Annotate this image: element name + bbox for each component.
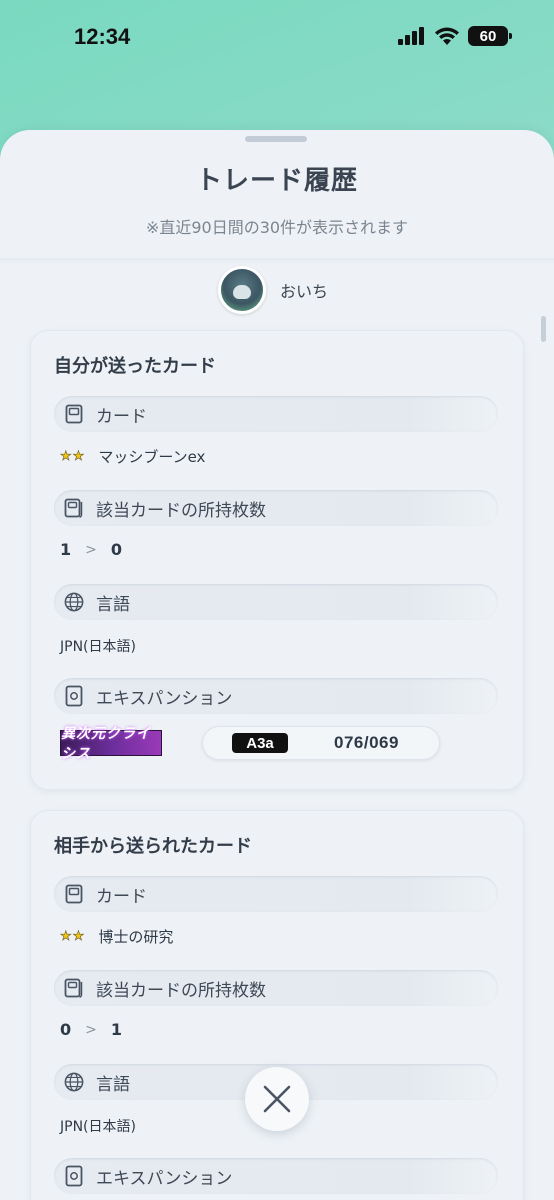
partner-name: おいち xyxy=(280,282,329,301)
sheet-grabber[interactable] xyxy=(245,136,307,142)
cellular-signal-icon xyxy=(398,27,424,45)
owned-from: 1 xyxy=(60,540,72,559)
card-stack-icon xyxy=(64,978,84,998)
owned-count-row: 1 > 0 xyxy=(60,540,122,559)
owned-count-field-header: 該当カードの所持枚数 xyxy=(54,490,498,526)
card-number: 076/069 xyxy=(334,733,399,752)
avatar xyxy=(218,266,266,314)
scrollbar[interactable] xyxy=(541,316,546,342)
status-bar: 12:34 60 xyxy=(0,0,554,80)
chevron-right-icon: > xyxy=(85,541,97,558)
card-icon xyxy=(64,404,84,424)
language-value: JPN(日本語) xyxy=(60,639,136,655)
received-card-title: 相手から送られたカード xyxy=(54,836,252,857)
expansion-logo: 異次元クライシス xyxy=(60,726,162,762)
owned-from: 0 xyxy=(60,1020,72,1039)
page-title: トレード履歴 xyxy=(195,166,358,196)
battery-indicator: 60 xyxy=(468,26,512,46)
trade-history-sheet: トレード履歴 ※直近90日間の30件が表示されます おいち 自分が送ったカード … xyxy=(0,130,554,1200)
received-card-panel: 相手から送られたカード カード ★ ★ 博士の研究 該当カードの所持枚数 0 > … xyxy=(30,810,524,1200)
chevron-right-icon: > xyxy=(85,1021,97,1038)
trade-partner: おいち xyxy=(218,266,328,314)
owned-count-label: 該当カードの所持枚数 xyxy=(96,980,266,1001)
card-name: 博士の研究 xyxy=(98,928,174,946)
expansion-label: エキスパンション xyxy=(96,688,233,709)
expansion-code: A3a xyxy=(232,733,288,753)
expansion-row: 異次元クライシス A3a 076/069 xyxy=(60,726,440,762)
card-field-header: カード xyxy=(54,396,498,432)
pack-icon xyxy=(64,685,84,707)
card-name: マッシブーンex xyxy=(98,448,206,466)
pack-icon xyxy=(64,1165,84,1187)
expansion-field-header: エキスパンション xyxy=(54,1158,498,1194)
language-value: JPN(日本語) xyxy=(60,1119,136,1135)
status-icons: 60 xyxy=(398,26,512,46)
sent-card-panel: 自分が送ったカード カード ★ ★ マッシブーンex 該当カードの所持枚数 1 >… xyxy=(30,330,524,790)
language-value-row: JPN(日本語) xyxy=(60,1116,136,1136)
sent-card-title: 自分が送ったカード xyxy=(54,356,216,377)
owned-to: 1 xyxy=(110,1020,123,1039)
card-field-header: カード xyxy=(54,876,498,912)
card-label: カード xyxy=(96,406,147,427)
star-icon: ★ xyxy=(60,449,72,465)
globe-icon xyxy=(64,1072,84,1092)
card-label: カード xyxy=(96,886,147,907)
rarity-stars: ★ ★ xyxy=(60,929,85,945)
owned-count-field-header: 該当カードの所持枚数 xyxy=(54,970,498,1006)
owned-count-label: 該当カードの所持枚数 xyxy=(96,500,266,521)
header-divider xyxy=(0,258,554,264)
page-subtitle: ※直近90日間の30件が表示されます xyxy=(145,218,409,237)
card-value-row: ★ ★ 博士の研究 xyxy=(60,926,174,947)
close-icon xyxy=(263,1085,291,1113)
star-icon: ★ xyxy=(60,929,72,945)
owned-count-row: 0 > 1 xyxy=(60,1020,122,1039)
expansion-label: エキスパンション xyxy=(96,1168,233,1189)
language-label: 言語 xyxy=(96,594,130,615)
card-value-row: ★ ★ マッシブーンex xyxy=(60,446,206,467)
rarity-stars: ★ ★ xyxy=(60,449,85,465)
globe-icon xyxy=(64,592,84,612)
expansion-info-pill: A3a 076/069 xyxy=(202,726,440,760)
star-icon: ★ xyxy=(72,449,85,465)
card-stack-icon xyxy=(64,498,84,518)
close-button[interactable] xyxy=(245,1067,309,1131)
language-value-row: JPN(日本語) xyxy=(60,636,136,656)
wifi-icon xyxy=(435,27,459,45)
status-time: 12:34 xyxy=(74,24,131,49)
language-label: 言語 xyxy=(96,1074,130,1095)
star-icon: ★ xyxy=(72,929,85,945)
language-field-header: 言語 xyxy=(54,584,498,620)
expansion-field-header: エキスパンション xyxy=(54,678,498,714)
card-icon xyxy=(64,884,84,904)
owned-to: 0 xyxy=(110,540,123,559)
